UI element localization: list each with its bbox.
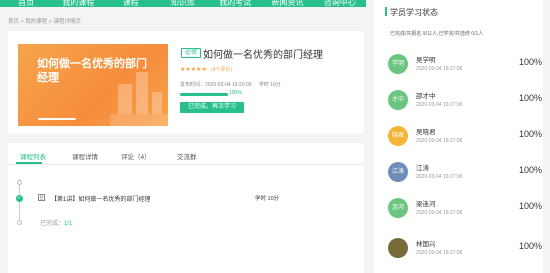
check-icon: ✓ [16, 195, 23, 202]
student-row: 林国兴 2020-03-04 16:27:06 100% [374, 233, 550, 267]
completed-label: 已完成： [40, 221, 65, 227]
nav-item-home[interactable]: 首页 [0, 0, 52, 7]
completed-count: 已完成：1/1 [40, 218, 72, 227]
progress-bar-fill [180, 93, 228, 96]
course-cover-image[interactable]: 如何做一名优秀的部门经理 [18, 44, 168, 126]
avatar: 才中 [388, 90, 408, 110]
student-percent: 100% [519, 165, 543, 175]
panel-title: 学员学习状态 [390, 8, 438, 17]
student-status-panel: 学员学习状态 已完成/共报名 9/11人,已学完/共选修 0/1人 学明 吴学明… [374, 0, 550, 273]
cover-underline [38, 118, 76, 120]
student-date: 2020-03-04 16:27:06 [416, 138, 463, 144]
active-tab-indicator [16, 162, 42, 164]
title-accent-bar [385, 7, 387, 16]
relearn-button[interactable]: 已完成，再次学习 [180, 102, 244, 113]
nav-item-my-exams[interactable]: 我的考试 [209, 0, 261, 7]
avatar: 晓君 [388, 126, 408, 146]
student-percent: 100% [519, 241, 543, 251]
cover-decoration [118, 84, 132, 114]
course-title: 如何做一名优秀的部门经理 [203, 50, 323, 61]
student-name: 邵才中 [416, 93, 436, 100]
student-date: 2020-03-04 16:27:06 [416, 210, 463, 216]
scrollbar[interactable] [543, 0, 550, 273]
cover-decoration [110, 114, 168, 126]
student-row: 晓君 吴晓君 2020-03-04 16:27:06 100% [374, 121, 550, 155]
student-row: 江涛 江涛 2020-03-04 16:27:06 100% [374, 157, 550, 191]
course-meta: 发布时间：2020-03-04 16:20:09 学时 10分 [180, 81, 287, 88]
avatar: 学明 [388, 54, 408, 74]
student-row: 才中 邵才中 2020-03-04 16:27:06 100% [374, 85, 550, 119]
progress-text: 100% [229, 90, 242, 96]
student-name: 江涛 [416, 165, 429, 172]
course-header-card: 如何做一名优秀的部门经理 必修 如何做一名优秀的部门经理 ★★★★★ (4个评价… [8, 31, 364, 134]
student-date: 2020-03-04 16:27:06 [416, 174, 463, 180]
cover-title: 如何做一名优秀的部门经理 [37, 58, 147, 84]
student-name: 吴学明 [416, 57, 436, 64]
avatar: 江涛 [388, 162, 408, 182]
cover-decoration [136, 72, 148, 114]
student-name: 梁连河 [416, 201, 436, 208]
lesson-title[interactable]: 【第1讲】如何做一名优秀的部门经理 [51, 194, 150, 203]
avatar [388, 238, 408, 258]
student-percent: 100% [519, 57, 543, 67]
avatar: 连河 [388, 198, 408, 218]
student-row: 连河 梁连河 2020-03-04 16:27:06 100% [374, 193, 550, 227]
student-percent: 100% [519, 129, 543, 139]
nav-item-my-courses[interactable]: 我的课程 [52, 0, 104, 7]
nav-item-courses[interactable]: 课程 [105, 0, 157, 7]
student-percent: 100% [519, 93, 543, 103]
completed-value: 1/1 [64, 221, 73, 227]
rating-count[interactable]: (4个评价) [211, 66, 232, 73]
top-nav: 首页 我的课程 课程 知识库 我的考试 新闻资讯 咨询中心 [0, 0, 366, 7]
publish-time: 发布时间：2020-03-04 16:20:09 [180, 82, 252, 88]
student-percent: 100% [519, 201, 543, 211]
tab-bar: 课程列表 课程详情 评论（4） 交流群 [8, 143, 364, 165]
page: 首页 我的课程 课程 知识库 我的考试 新闻资讯 咨询中心 首页 > 我的课程 … [0, 0, 550, 273]
tab-course-list[interactable]: 课程列表 [20, 151, 46, 161]
timeline-end-dot [17, 220, 22, 225]
rating-stars-icon: ★★★★★ [180, 67, 207, 73]
student-name: 吴晓君 [416, 129, 436, 136]
student-date: 2020-03-04 16:27:06 [416, 102, 463, 108]
student-name: 林国兴 [416, 241, 436, 248]
timeline-start-dot [17, 180, 22, 185]
tab-course-details[interactable]: 课程详情 [72, 151, 98, 161]
enrollment-summary: 已完成/共报名 9/11人,已学完/共选修 0/1人 [390, 31, 484, 37]
student-date: 2020-03-04 16:27:06 [416, 66, 463, 72]
required-tag: 必修 [181, 48, 202, 58]
course-content-card: 课程列表 课程详情 评论（4） 交流群 ✓ 目 【第1讲】如何做一名优秀的部门经… [8, 143, 364, 273]
tab-comments[interactable]: 评论（4） [121, 151, 151, 161]
progress-bar [180, 93, 228, 96]
study-time: 学时 10分 [258, 82, 281, 88]
nav-item-news[interactable]: 新闻资讯 [261, 0, 313, 7]
document-icon: 目 [38, 194, 45, 201]
tab-discussion-group[interactable]: 交流群 [177, 151, 197, 161]
breadcrumb[interactable]: 首页 > 我的课程 > 课程详情页 [8, 17, 81, 25]
nav-item-knowledge[interactable]: 知识库 [157, 0, 209, 7]
student-date: 2020-03-04 16:27:06 [416, 250, 463, 256]
lesson-time: 学时 10分 [255, 196, 280, 202]
student-row: 学明 吴学明 2020-03-04 16:27:06 100% [374, 49, 550, 83]
nav-item-consult[interactable]: 咨询中心 [314, 0, 366, 7]
cover-decoration [152, 92, 162, 114]
